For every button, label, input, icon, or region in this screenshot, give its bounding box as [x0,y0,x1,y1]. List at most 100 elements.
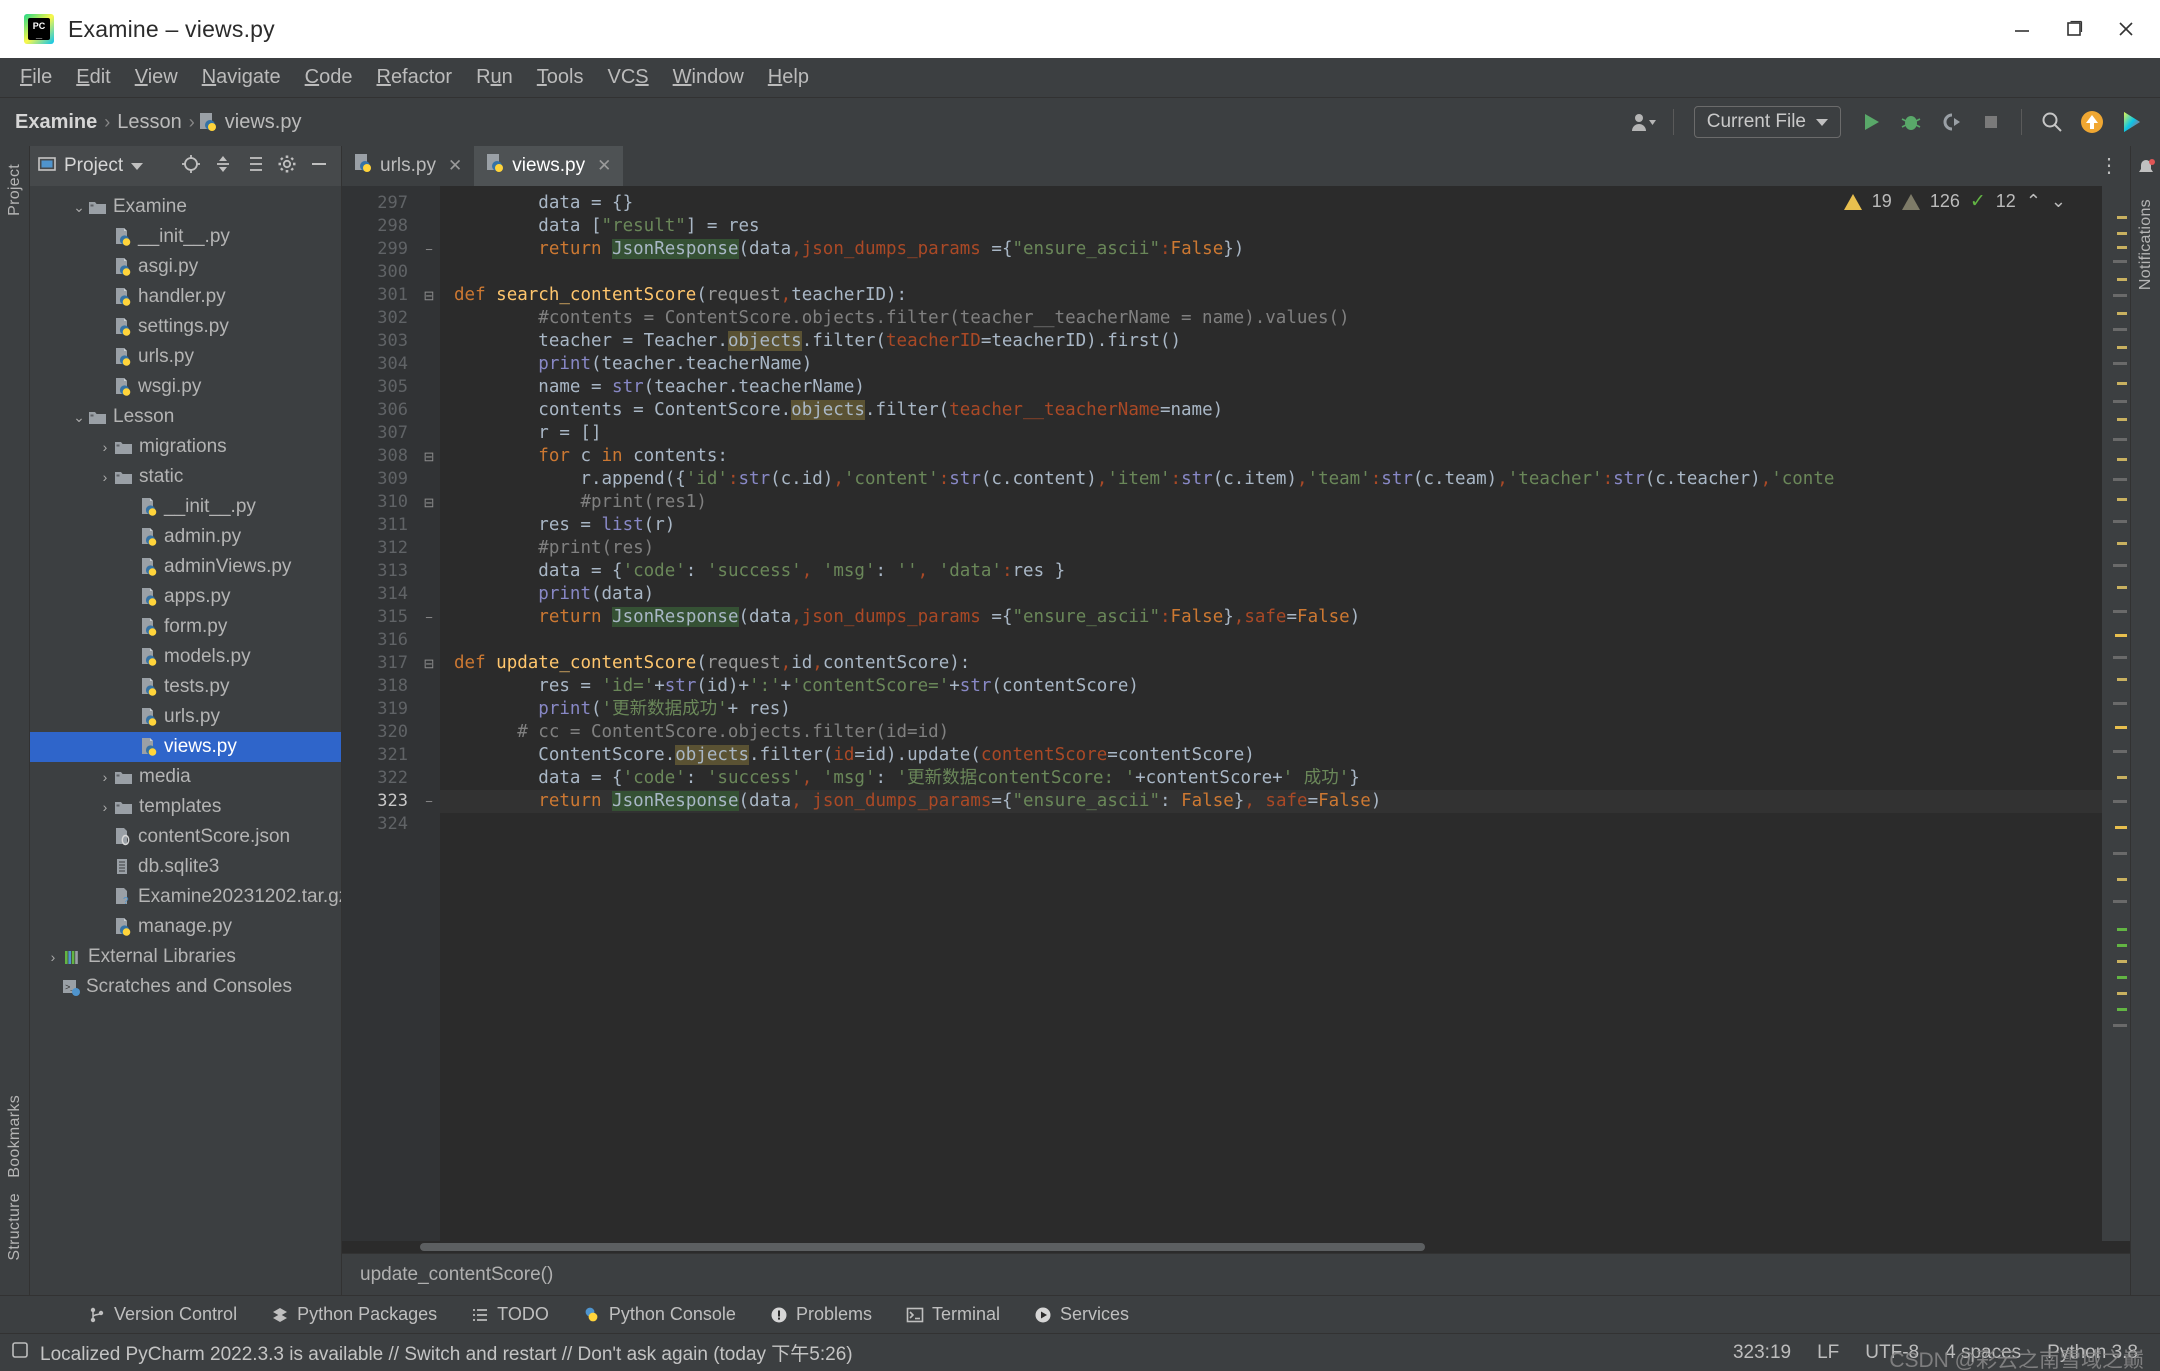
tool-window-terminal[interactable]: Terminal [906,1304,1000,1325]
chevron-right-icon[interactable]: › [96,769,114,785]
error-stripe-mark[interactable] [2117,382,2127,385]
code-line[interactable]: def search_contentScore(request,teacherI… [440,284,2102,307]
inspection-widget[interactable]: 19 126 ✓ 12 ⌃ ⌄ [1843,190,2066,213]
error-stripe-mark[interactable] [2117,498,2127,501]
notification-bell-icon[interactable] [2136,158,2156,183]
update-project-icon[interactable] [2074,104,2110,140]
tree-item-scratches-and-consoles[interactable]: >_ Scratches and Consoles [30,972,341,1002]
error-stripe-mark[interactable] [2113,438,2127,441]
error-stripe-mark[interactable] [2117,278,2127,281]
code-fold-toggle-icon[interactable]: − [418,790,440,813]
code-line[interactable] [440,261,2102,284]
tree-item-wsgi-py[interactable]: wsgi.py [30,372,341,402]
error-stripe-mark[interactable] [2113,702,2127,705]
tree-item-examine[interactable]: ⌄ Examine [30,192,341,222]
error-stripe-mark[interactable] [2117,960,2127,963]
code-line[interactable]: r = [] [440,422,2102,445]
code-line[interactable]: return JsonResponse(data, json_dumps_par… [440,790,2102,813]
line-number[interactable]: 298 [342,215,418,238]
tab-urls-py[interactable]: urls.py ✕ [342,146,474,186]
line-number[interactable]: 315 [342,606,418,629]
notification-icon[interactable] [10,1340,30,1365]
maximize-icon[interactable] [2048,6,2100,52]
line-number[interactable]: 323 [342,790,418,813]
tree-item-models-py[interactable]: models.py [30,642,341,672]
code-line[interactable]: name = str(teacher.teacherName) [440,376,2102,399]
line-number[interactable]: 319 [342,698,418,721]
error-stripe-mark[interactable] [2117,928,2127,931]
menu-tools[interactable]: Tools [525,62,596,93]
tree-item--init-py[interactable]: __init__.py [30,492,341,522]
code-line[interactable]: #print(res1) [440,491,2102,514]
tree-item-migrations[interactable]: › migrations [30,432,341,462]
tree-item-urls-py[interactable]: urls.py [30,702,341,732]
project-tree[interactable]: ⌄ Examine __init__.py asgi.py handler.py sett… [30,186,341,1295]
caret-position[interactable]: 323:19 [1733,1342,1791,1364]
line-number[interactable]: 317 [342,652,418,675]
code-line[interactable]: #print(res) [440,537,2102,560]
tree-item-views-py[interactable]: views.py [30,732,341,762]
minimize-icon[interactable] [1996,6,2048,52]
error-stripe-mark[interactable] [2117,944,2127,947]
menu-vcs[interactable]: VCS [596,62,661,93]
error-stripe-mark[interactable] [2117,346,2127,349]
sidebar-item-bookmarks[interactable]: Bookmarks [6,1087,24,1186]
error-stripe-mark[interactable] [2117,776,2127,779]
line-number[interactable]: 312 [342,537,418,560]
error-stripe-mark[interactable] [2113,610,2127,613]
error-stripe-mark[interactable] [2113,800,2127,803]
code-line[interactable]: contents = ContentScore.objects.filter(t… [440,399,2102,422]
sidebar-item-project[interactable]: Project [6,156,24,224]
line-number[interactable]: 309 [342,468,418,491]
error-stripe-mark[interactable] [2117,458,2127,461]
tree-item-static[interactable]: › static [30,462,341,492]
tree-item-examine20231202-tar-gz[interactable]: ? Examine20231202.tar.gz [30,882,341,912]
tool-window-problems[interactable]: Problems [770,1304,872,1325]
tree-item-asgi-py[interactable]: asgi.py [30,252,341,282]
line-number[interactable]: 307 [342,422,418,445]
line-number[interactable]: 311 [342,514,418,537]
chevron-up-icon[interactable]: ⌃ [2026,191,2041,212]
close-icon[interactable]: ✕ [597,156,611,176]
menu-navigate[interactable]: Navigate [190,62,293,93]
error-stripe-mark[interactable] [2113,852,2127,855]
line-number[interactable]: 316 [342,629,418,652]
code-line[interactable]: return JsonResponse(data,json_dumps_para… [440,238,2102,261]
tree-item-lesson[interactable]: ⌄ Lesson [30,402,341,432]
tree-item-adminviews-py[interactable]: adminViews.py [30,552,341,582]
menu-code[interactable]: Code [293,62,365,93]
code-line[interactable]: data = {'code': 'success', 'msg': '', 'd… [440,560,2102,583]
close-icon[interactable]: ✕ [448,156,462,176]
line-number[interactable]: 297 [342,192,418,215]
code-line[interactable]: res = 'id='+str(id)+':'+'contentScore='+… [440,675,2102,698]
line-number[interactable]: 318 [342,675,418,698]
code-line[interactable]: ContentScore.objects.filter(id=id).updat… [440,744,2102,767]
chevron-right-icon[interactable]: › [96,469,114,485]
editor-breadcrumb[interactable]: update_contentScore() [342,1253,2130,1295]
error-stripe-mark[interactable] [2113,478,2127,481]
code-fold-toggle-icon[interactable]: ⊟ [418,491,440,514]
tool-window-services[interactable]: Services [1034,1304,1129,1325]
menu-file[interactable]: FFileile [8,62,64,93]
code-fold-toggle-icon[interactable]: ⊟ [418,284,440,307]
settings-gear-icon[interactable] [277,154,297,179]
stop-icon[interactable] [1973,104,2009,140]
code-line[interactable]: data ["result"] = res [440,215,2102,238]
line-number[interactable]: 321 [342,744,418,767]
user-avatar-icon[interactable] [1625,104,1661,140]
chevron-down-icon[interactable] [131,162,144,170]
tree-item-media[interactable]: › media [30,762,341,792]
horizontal-scrollbar-thumb[interactable] [420,1243,1425,1251]
tree-item-apps-py[interactable]: apps.py [30,582,341,612]
error-stripe-mark[interactable] [2115,726,2127,729]
line-separator[interactable]: LF [1817,1342,1839,1364]
line-number[interactable]: 303 [342,330,418,353]
chevron-right-icon[interactable]: › [96,439,114,455]
tree-item-db-sqlite3[interactable]: db.sqlite3 [30,852,341,882]
error-stripe-mark[interactable] [2117,246,2127,249]
menu-refactor[interactable]: Refactor [364,62,464,93]
menu-window[interactable]: Window [661,62,756,93]
sidebar-item-structure[interactable]: Structure [6,1185,24,1269]
error-stripe-mark[interactable] [2113,260,2127,263]
code-line[interactable]: #contents = ContentScore.objects.filter(… [440,307,2102,330]
